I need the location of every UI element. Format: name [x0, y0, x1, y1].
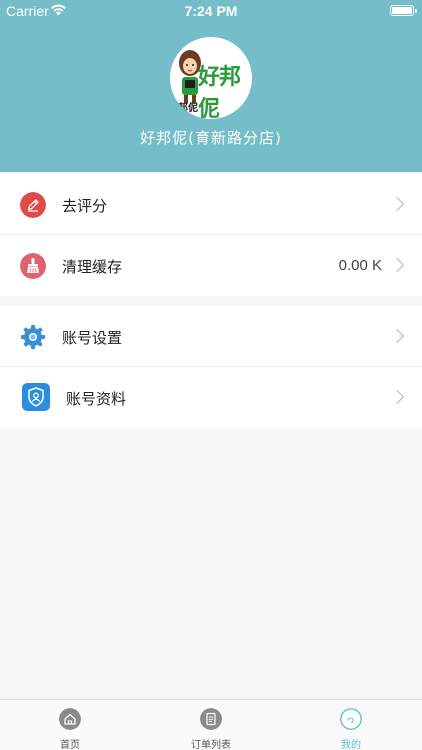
- tab-bar: 首页 订单列表 我的: [0, 699, 422, 750]
- cache-size-value: 0.00 K: [338, 257, 382, 274]
- rate-app-row[interactable]: 去评分: [0, 174, 422, 235]
- chevron-right-icon: [389, 196, 405, 212]
- gear-icon: [21, 325, 45, 349]
- pencil-icon: [20, 192, 46, 218]
- clear-cache-label: 清理缓存: [62, 258, 123, 276]
- tab-mine-label: 我的: [341, 740, 361, 750]
- profile-icon: [340, 708, 362, 730]
- tab-orders[interactable]: 订单列表: [141, 700, 281, 750]
- order-list-icon: [200, 708, 222, 730]
- avatar-logo-text: 好邦伲: [198, 65, 241, 119]
- chevron-right-icon: [389, 328, 405, 344]
- menu-group-rating-cache: 去评分 清理缓存 0.00 K: [0, 174, 422, 296]
- status-time: 7:24 PM: [184, 3, 238, 19]
- tab-mine[interactable]: 我的: [281, 700, 421, 750]
- home-icon: [59, 708, 81, 730]
- battery-icon: [390, 5, 417, 16]
- status-bar: Carrier 7:24 PM: [0, 0, 422, 22]
- account-profile-row[interactable]: 账号资料: [0, 367, 422, 428]
- chevron-right-icon: [389, 257, 405, 273]
- tab-home[interactable]: 首页: [0, 700, 140, 750]
- clear-cache-row[interactable]: 清理缓存 0.00 K: [0, 235, 422, 296]
- account-settings-label: 账号设置: [62, 329, 123, 347]
- profile-header: Carrier 7:24 PM 好邦伲 邦伲 好邦伲(育新路分店): [0, 0, 422, 172]
- avatar-subtext: 邦伲: [178, 103, 198, 114]
- shield-user-icon: [22, 383, 50, 411]
- account-settings-row[interactable]: 账号设置: [0, 306, 422, 367]
- profile-screen: Carrier 7:24 PM 好邦伲 邦伲 好邦伲(育新路分店) 去评分 清理…: [0, 0, 422, 750]
- shop-name: 好邦伲(育新路分店): [140, 129, 282, 147]
- menu-group-account: 账号设置 账号资料: [0, 306, 422, 428]
- tab-orders-label: 订单列表: [191, 740, 231, 750]
- tab-home-label: 首页: [60, 740, 80, 750]
- account-profile-label: 账号资料: [66, 390, 127, 408]
- rate-app-label: 去评分: [62, 197, 108, 215]
- avatar[interactable]: 好邦伲 邦伲: [170, 37, 252, 119]
- chevron-right-icon: [389, 389, 405, 405]
- broom-icon: [20, 253, 46, 279]
